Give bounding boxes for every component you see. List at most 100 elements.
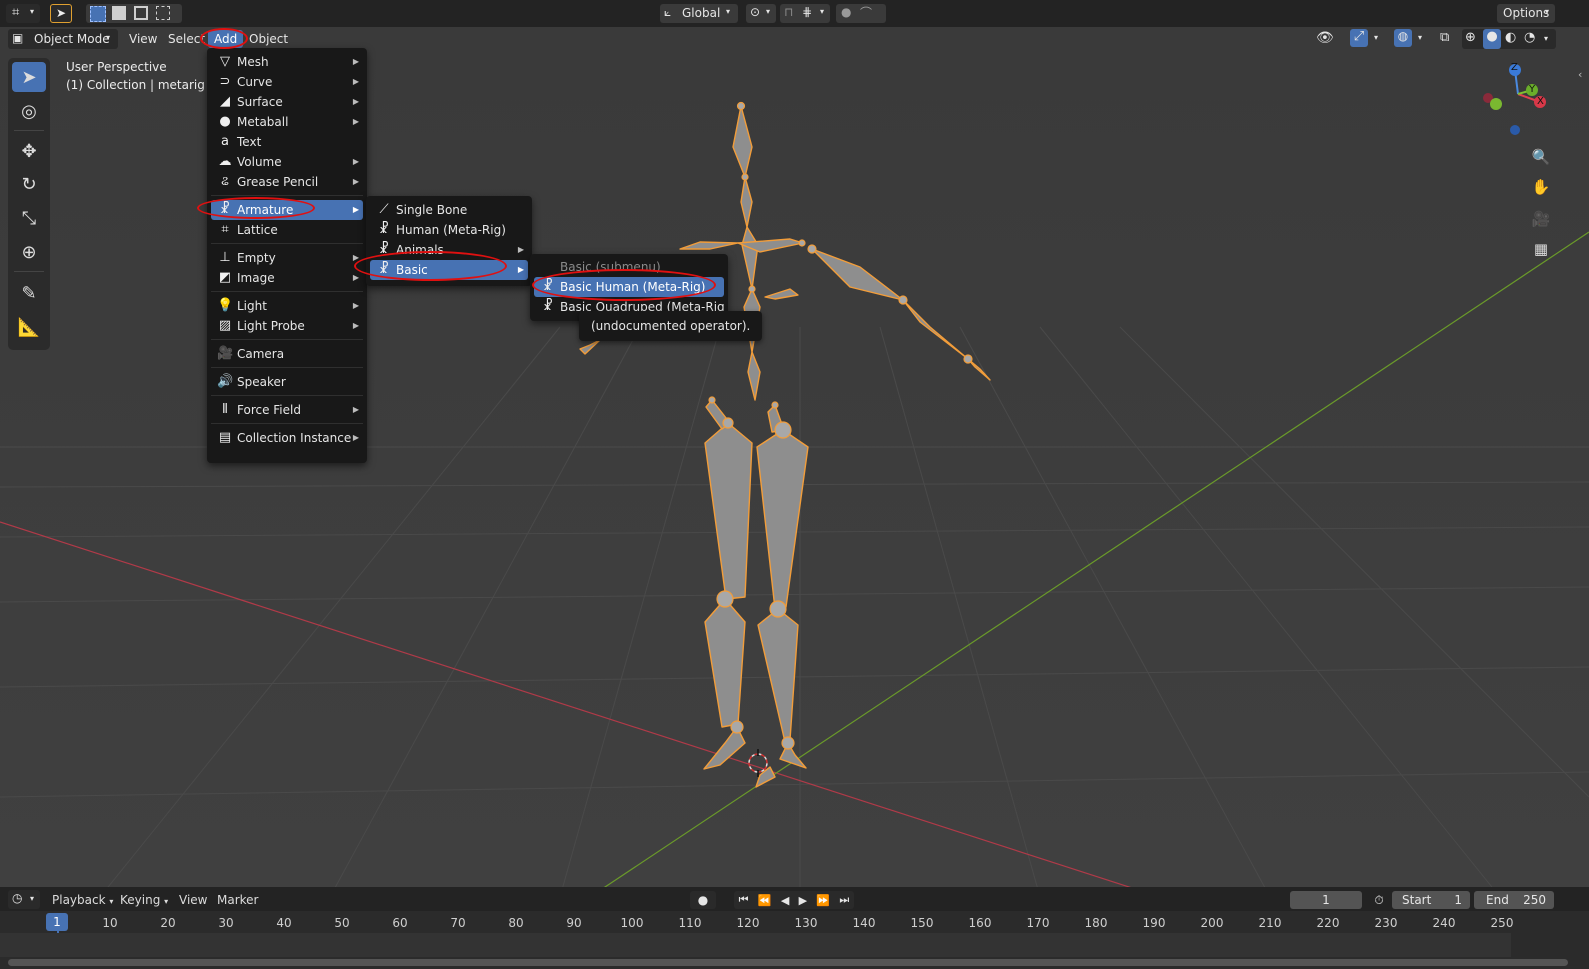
snapping-group[interactable]: ⊓ ⋕ ▾ <box>780 4 830 23</box>
select-intersect-icon[interactable] <box>156 6 170 20</box>
scale-tool[interactable]: ⤡ <box>12 203 46 233</box>
add-menu-empty[interactable]: ⊥ Empty ▶ <box>211 248 363 268</box>
current-frame-indicator[interactable]: 1 <box>46 913 68 931</box>
select-tool-toggle[interactable]: ➤ <box>50 4 72 23</box>
object-mode-dropdown[interactable]: ▣ Object Mode ▾ <box>8 29 118 49</box>
perspective-label: User Perspective <box>66 60 167 74</box>
menu-view[interactable]: View <box>123 30 163 48</box>
basic-submenu-title: Basic (submenu) <box>560 260 661 274</box>
current-frame-field[interactable]: 1 <box>1290 891 1362 909</box>
add-menu-image[interactable]: ◩ Image ▶ <box>211 268 363 288</box>
pivot-point-dropdown[interactable]: ⊙ ▾ <box>746 4 776 23</box>
cursor-icon: ➤ <box>56 6 67 20</box>
ruler-tick: 230 <box>1374 916 1398 930</box>
camera-view-icon[interactable]: 🎥 <box>1528 206 1554 232</box>
end-frame-field[interactable]: End 250 <box>1474 891 1554 909</box>
timeline-playback-menu[interactable]: Playback ▾ <box>47 891 118 909</box>
select-new-icon[interactable] <box>90 6 106 22</box>
visibility-dropdown[interactable]: 👁 <box>1314 29 1346 49</box>
timeline-ruler[interactable]: 1 10 20 30 40 50 60 70 80 90 100 110 120… <box>0 911 1589 933</box>
add-menu-light[interactable]: 💡 Light ▶ <box>211 296 363 316</box>
select-box-tool[interactable]: ➤ <box>12 62 46 92</box>
armature-single-bone[interactable]: ⟋ Single Bone <box>370 200 528 220</box>
overlays-toggle[interactable]: ◍ ▾ <box>1394 29 1430 49</box>
timeline-marker-menu[interactable]: Marker <box>212 891 263 909</box>
armature-icon: ☧ <box>542 299 554 313</box>
menu-object[interactable]: Object <box>243 30 294 48</box>
prev-keyframe-icon[interactable]: ⏪ <box>758 894 772 907</box>
navigation-gizmo[interactable]: Z Y X <box>1478 58 1558 138</box>
zoom-icon[interactable]: 🔍 <box>1528 144 1554 170</box>
proportional-edit-group[interactable]: ● ⌒ <box>836 4 886 23</box>
armature-animals[interactable]: ☧ Animals ▶ <box>370 240 528 260</box>
menu-separator <box>211 367 363 368</box>
play-reverse-icon[interactable]: ◀ <box>781 894 789 907</box>
timeline-view-menu[interactable]: View <box>174 891 212 909</box>
toolbar-divider <box>14 271 44 272</box>
wireframe-shading-icon[interactable]: ⊕ <box>1465 30 1476 45</box>
next-keyframe-icon[interactable]: ⏩ <box>816 894 830 907</box>
material-shading-icon[interactable]: ◐ <box>1505 30 1516 45</box>
timeline-keying-menu[interactable]: Keying ▾ <box>115 891 173 909</box>
playback-controls: ⏮ ⏪ ◀ ▶ ⏩ ⏭ <box>734 891 854 909</box>
chevron-down-icon: ▾ <box>1544 34 1549 43</box>
submenu-arrow-icon: ▶ <box>352 157 359 166</box>
submenu-arrow-icon: ▶ <box>352 433 359 442</box>
menu-select[interactable]: Select <box>162 30 211 48</box>
gizmo-toggle[interactable]: ⤢ ▾ <box>1350 29 1386 49</box>
pan-hand-icon[interactable]: ✋ <box>1528 174 1554 200</box>
perspective-grid-icon[interactable]: ▦ <box>1528 236 1554 262</box>
add-menu-text[interactable]: a Text <box>211 132 363 152</box>
basic-human-metarig[interactable]: ☧ Basic Human (Meta-Rig) <box>534 277 724 297</box>
add-menu-camera[interactable]: 🎥 Camera <box>211 344 363 364</box>
ruler-tick: 110 <box>678 916 702 930</box>
mesh-icon: ▽ <box>220 54 230 69</box>
timeline-body[interactable]: 1 10 20 30 40 50 60 70 80 90 100 110 120… <box>0 911 1589 969</box>
select-subtract-icon[interactable] <box>134 6 148 20</box>
armature-basic[interactable]: ☧ Basic ▶ <box>370 260 528 280</box>
play-icon[interactable]: ▶ <box>799 894 807 907</box>
rotate-tool[interactable]: ↻ <box>12 169 46 199</box>
options-dropdown[interactable]: Options ▾ <box>1497 4 1555 23</box>
add-menu-mesh[interactable]: ▽ Mesh ▶ <box>211 52 363 72</box>
add-menu-force-field[interactable]: ⦀ Force Field ▶ <box>211 400 363 420</box>
armature-human-metarig[interactable]: ☧ Human (Meta-Rig) <box>370 220 528 240</box>
add-menu-volume[interactable]: ☁ Volume ▶ <box>211 152 363 172</box>
ruler-tick: 120 <box>736 916 760 930</box>
armature-icon: ☧ <box>378 262 390 277</box>
cursor-tool[interactable]: ◎ <box>12 96 46 126</box>
submenu-arrow-icon: ▶ <box>352 405 359 414</box>
transform-tool[interactable]: ⊕ <box>12 237 46 267</box>
add-menu-metaball[interactable]: ● Metaball ▶ <box>211 112 363 132</box>
solid-shading-icon[interactable]: ● <box>1483 29 1501 49</box>
auto-keying-toggle[interactable]: ● <box>690 891 716 909</box>
timeline-editor-type-button[interactable]: ◷ ▾ <box>8 890 40 909</box>
start-frame-field[interactable]: Start 1 <box>1392 891 1470 909</box>
ruler-tick: 220 <box>1316 916 1340 930</box>
annotate-tool[interactable]: ✎ <box>12 278 46 308</box>
add-menu-armature[interactable]: ☧ Armature ▶ <box>211 200 363 220</box>
jump-end-icon[interactable]: ⏭ <box>839 893 849 907</box>
add-menu-speaker[interactable]: 🔊 Speaker <box>211 372 363 392</box>
add-menu-curve[interactable]: ⊃ Curve ▶ <box>211 72 363 92</box>
editor-type-button[interactable]: ⌗ ▾ <box>6 4 40 23</box>
jump-start-icon[interactable]: ⏮ <box>739 893 749 907</box>
timeline-scrollbar[interactable] <box>8 959 1568 966</box>
light-icon: 💡 <box>217 298 234 313</box>
submenu-arrow-icon: ▶ <box>517 245 524 254</box>
xray-toggle[interactable]: ⧉ <box>1438 29 1456 49</box>
stopwatch-icon[interactable]: ⏱ <box>1370 891 1388 909</box>
add-menu-grease-pencil[interactable]: ଌ Grease Pencil ▶ <box>211 172 363 192</box>
sidebar-toggle-icon[interactable]: ‹ <box>1578 68 1582 81</box>
add-menu-light-probe[interactable]: ▨ Light Probe ▶ <box>211 316 363 336</box>
menu-add[interactable]: Add <box>208 30 244 48</box>
measure-tool[interactable]: 📐 <box>12 312 46 342</box>
select-extend-icon[interactable] <box>112 6 126 20</box>
rendered-shading-icon[interactable]: ◔ <box>1524 30 1535 45</box>
add-menu-collection-instance[interactable]: ▤ Collection Instance ▶ <box>211 428 363 448</box>
add-menu-lattice[interactable]: ⌗ Lattice <box>211 220 363 240</box>
add-menu-surface[interactable]: ◢ Surface ▶ <box>211 92 363 112</box>
transform-orientation-dropdown[interactable]: ⟀ Global ▾ <box>660 4 738 23</box>
move-tool[interactable]: ✥ <box>12 136 46 166</box>
chevron-down-icon: ▾ <box>106 33 111 42</box>
